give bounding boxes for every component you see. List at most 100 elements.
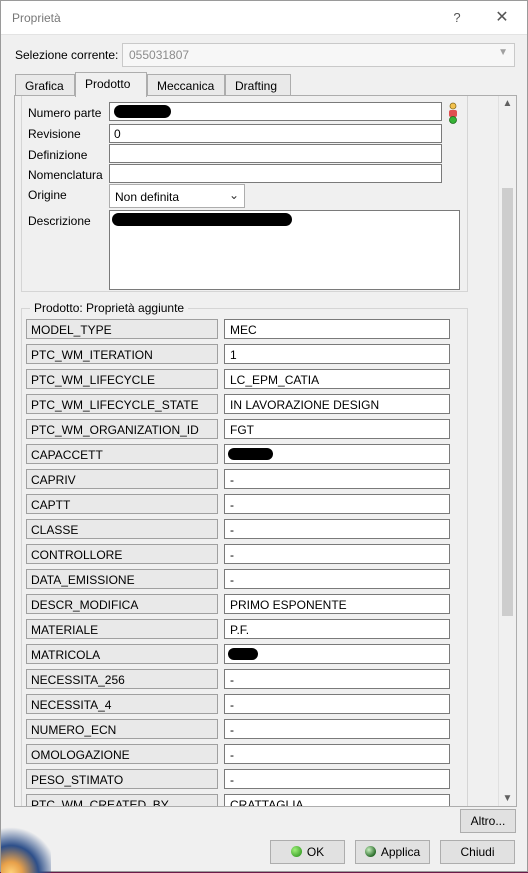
background-corner-art [1, 827, 51, 873]
property-name: PTC_WM_ITERATION [26, 344, 218, 364]
ok-icon [290, 846, 302, 857]
apply-button[interactable]: Applica [355, 840, 430, 864]
more-button[interactable]: Altro... [460, 809, 516, 833]
property-row: CAPACCETT [26, 444, 451, 464]
revision-field[interactable]: 0 [109, 124, 442, 143]
property-value[interactable]: MEC [224, 319, 450, 339]
property-row: DESCR_MODIFICA PRIMO ESPONENTE [26, 594, 451, 614]
property-value[interactable]: FGT [224, 419, 450, 439]
property-name: PTC_WM_CREATED_BY [26, 794, 218, 806]
ok-button[interactable]: OK [270, 840, 345, 864]
origin-select[interactable]: Non definita ⌄ [109, 184, 245, 208]
property-value[interactable]: - [224, 669, 450, 689]
property-row: NECESSITA_4- [26, 694, 451, 714]
property-row: NUMERO_ECN - [26, 719, 451, 739]
selection-combo[interactable]: 055031807 ▼ [122, 43, 515, 67]
property-name: CAPRIV [26, 469, 218, 489]
property-value[interactable]: - [224, 494, 450, 514]
property-row: CONTROLLORE - [26, 544, 451, 564]
property-value-text: LC_EPM_CATIA [230, 373, 320, 387]
property-value[interactable]: - [224, 469, 450, 489]
description-textarea[interactable] [109, 210, 460, 290]
close-icon[interactable]: ✕ [490, 7, 514, 29]
redaction-mark [112, 213, 292, 226]
property-value[interactable]: IN LAVORAZIONE DESIGN [224, 394, 450, 414]
property-value[interactable]: - [224, 569, 450, 589]
property-name: CLASSE [26, 519, 218, 539]
property-row: CAPRIV - [26, 469, 451, 489]
property-name: DATA_EMISSIONE [26, 569, 218, 589]
person-status-icon [449, 102, 457, 124]
selection-value: 055031807 [129, 48, 190, 62]
property-value-text: - [230, 723, 234, 737]
property-name: PTC_WM_LIFECYCLE_STATE [26, 394, 218, 414]
added-properties-group: Prodotto: Proprietà aggiunte MODEL_TYPE M… [21, 301, 468, 806]
property-value[interactable]: CRATTAGLIA [224, 794, 450, 806]
property-row: MATERIALE P.F. [26, 619, 451, 639]
window-title: Proprietà [12, 11, 61, 25]
tab-prodotto[interactable]: Prodotto [75, 72, 147, 97]
property-value-text: FGT [230, 423, 254, 437]
definition-field[interactable] [109, 144, 442, 163]
property-value[interactable]: PRIMO ESPONENTE [224, 594, 450, 614]
close-button[interactable]: Chiudi [440, 840, 515, 864]
chevron-down-icon: ⌄ [228, 188, 239, 202]
nomenclature-field[interactable] [109, 164, 442, 183]
scroll-down-icon[interactable]: ▼ [499, 793, 516, 804]
property-value[interactable]: - [224, 544, 450, 564]
property-row: PTC_WM_ORGANIZATION_ID FGT [26, 419, 451, 439]
tab-meccanica[interactable]: Meccanica [147, 74, 225, 96]
product-tab-panel: Numero parte Revisione 0 Definizione Nom… [14, 95, 517, 807]
property-name: CAPTT [26, 494, 218, 514]
vertical-scrollbar[interactable]: ▲ ▼ [498, 96, 515, 806]
redaction-mark [228, 448, 273, 460]
property-value[interactable]: - [224, 744, 450, 764]
property-value[interactable] [224, 444, 450, 464]
help-icon[interactable]: ? [445, 7, 469, 29]
property-value-text: - [230, 698, 234, 712]
revision-label: Revisione [28, 127, 81, 141]
property-value[interactable] [224, 644, 450, 664]
property-name: MATERIALE [26, 619, 218, 639]
definition-label: Definizione [28, 148, 88, 162]
property-value[interactable]: - [224, 719, 450, 739]
property-row: PTC_WM_CREATED_BY CRATTAGLIA [26, 794, 451, 806]
tab-drafting[interactable]: Drafting [225, 74, 291, 96]
property-value-text: - [230, 673, 234, 687]
property-row: PESO_STIMATO - [26, 769, 451, 789]
selection-label: Selezione corrente: [15, 48, 119, 62]
property-value-text: IN LAVORAZIONE DESIGN [230, 398, 380, 412]
property-name: PESO_STIMATO [26, 769, 218, 789]
property-value-text: - [230, 573, 234, 587]
apply-label: Applica [380, 845, 421, 859]
property-value-text: 1 [230, 348, 237, 362]
scrollbar-thumb[interactable] [502, 188, 513, 616]
origin-label: Origine [28, 188, 67, 202]
property-name: MATRICOLA [26, 644, 218, 664]
property-name: NUMERO_ECN [26, 719, 218, 739]
property-name: DESCR_MODIFICA [26, 594, 218, 614]
property-value[interactable]: 1 [224, 344, 450, 364]
property-row: MODEL_TYPE MEC [26, 319, 451, 339]
property-name: NECESSITA_4 [26, 694, 218, 714]
origin-value: Non definita [115, 190, 180, 204]
nomenclature-label: Nomenclatura [28, 168, 103, 182]
property-value[interactable]: LC_EPM_CATIA [224, 369, 450, 389]
property-row: NECESSITA_256- [26, 669, 451, 689]
scroll-up-icon[interactable]: ▲ [499, 98, 516, 109]
description-label: Descrizione [28, 214, 91, 228]
property-value[interactable]: - [224, 769, 450, 789]
property-value[interactable]: - [224, 519, 450, 539]
property-value[interactable]: P.F. [224, 619, 450, 639]
property-row: CLASSE - [26, 519, 451, 539]
property-row: PTC_WM_LIFECYCLE LC_EPM_CATIA [26, 369, 451, 389]
property-value-text: - [230, 498, 234, 512]
part-number-field[interactable] [109, 102, 442, 121]
property-value[interactable]: - [224, 694, 450, 714]
property-row: OMOLOGAZIONE - [26, 744, 451, 764]
redaction-mark [114, 105, 171, 118]
tab-grafica[interactable]: Grafica [15, 74, 75, 96]
property-name: NECESSITA_256 [26, 669, 218, 689]
title-bar: Proprietà ? ✕ [1, 1, 527, 35]
chevron-down-icon: ▼ [498, 47, 508, 58]
